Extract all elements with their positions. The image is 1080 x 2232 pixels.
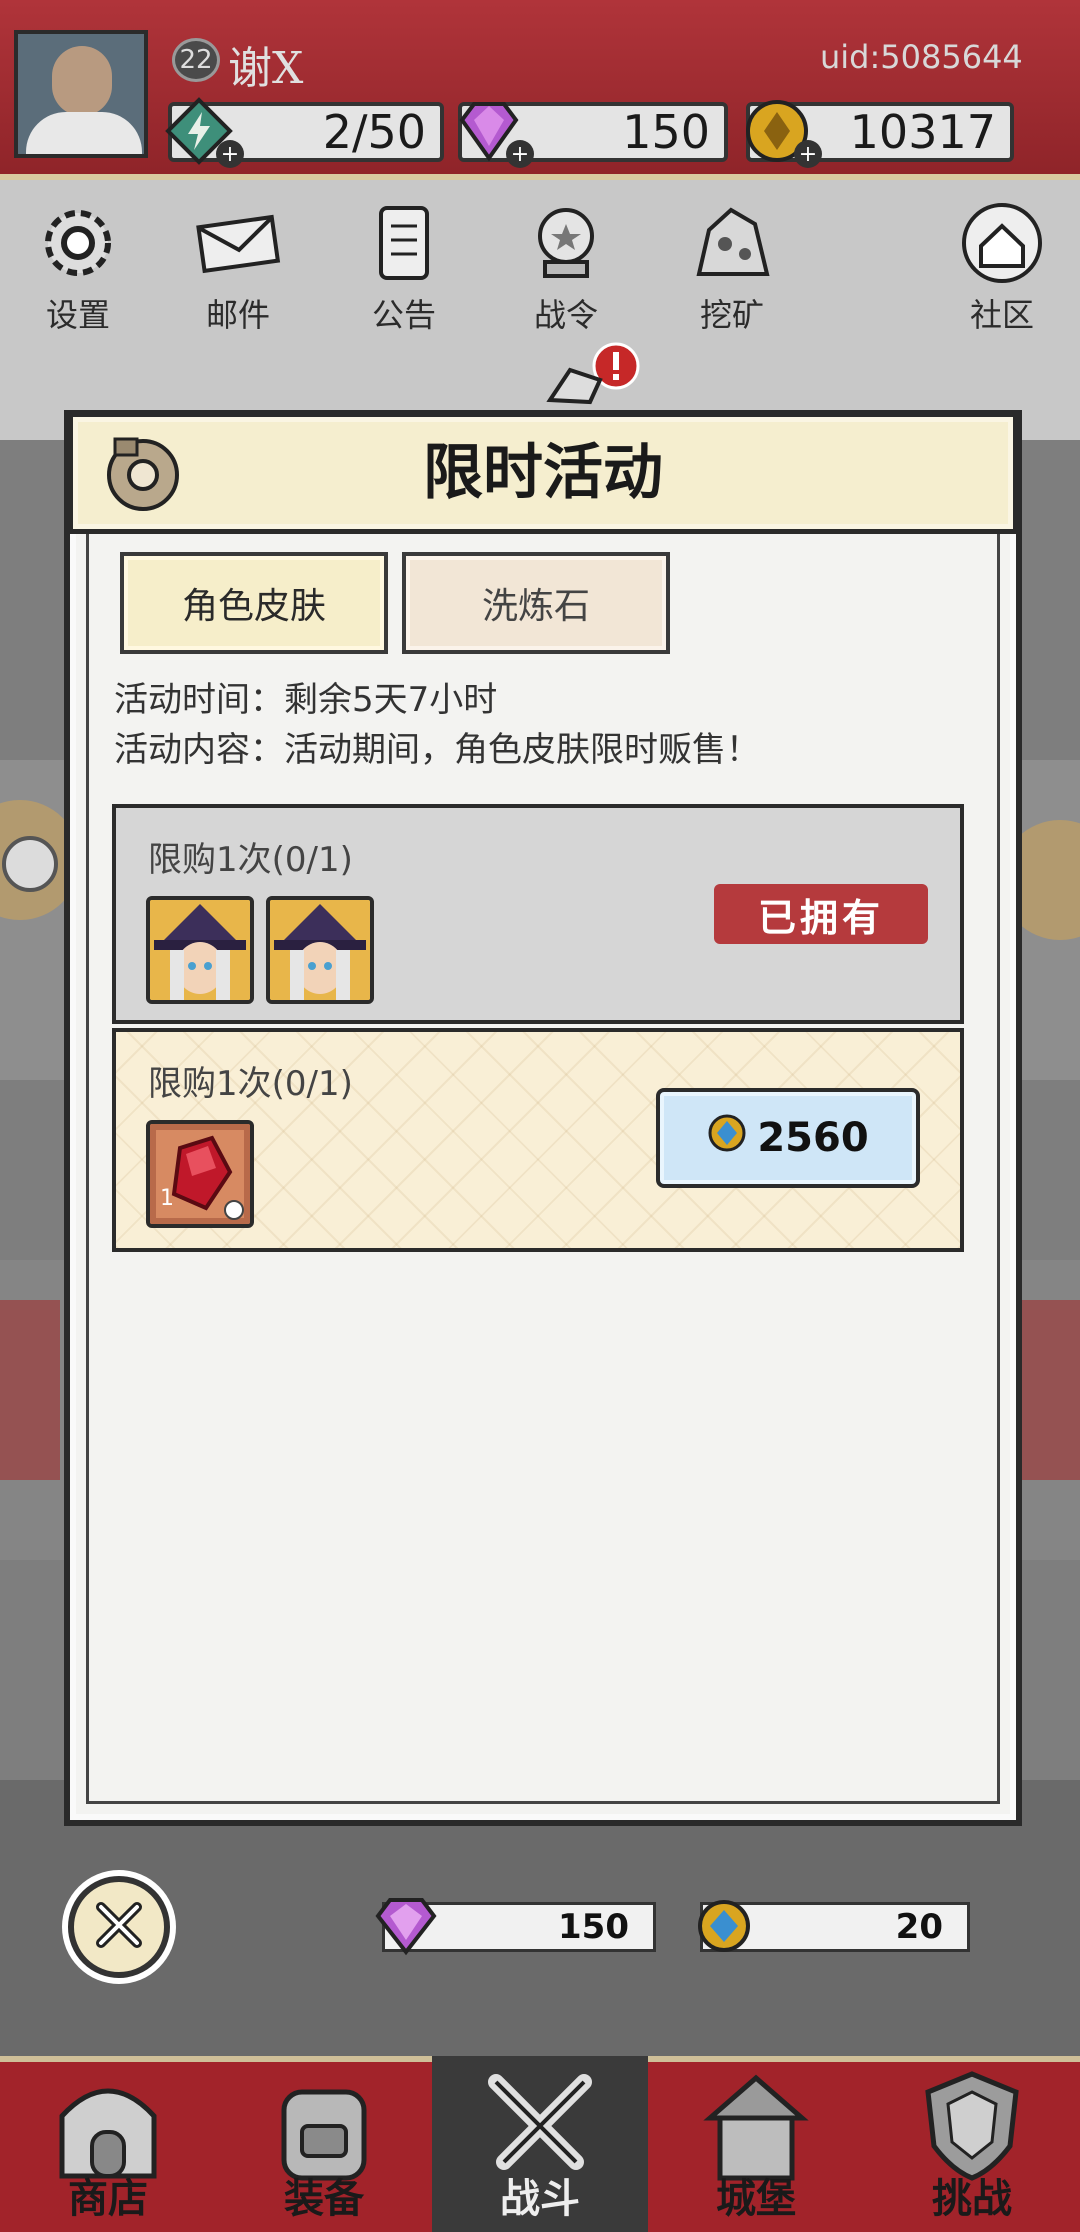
nav-equipment[interactable]: 装备	[216, 2056, 432, 2232]
gem-icon	[374, 1896, 438, 1956]
modal-title: 限时活动	[423, 438, 663, 508]
menu-settings[interactable]: 设置	[18, 200, 138, 340]
menu-battlepass-label: 战令	[533, 296, 598, 334]
menu-mail[interactable]: 邮件	[178, 200, 298, 340]
nav-shop-label: 商店	[68, 2175, 148, 2222]
nav-shop[interactable]: 商店	[0, 2056, 216, 2232]
tab-character-skin[interactable]: 角色皮肤	[120, 552, 388, 654]
offer-card-stone: 限购1次(0/1) 1 2560	[112, 1028, 964, 1252]
menu-mail-label: 邮件	[205, 296, 270, 334]
nav-challenge-label: 挑战	[932, 2175, 1012, 2222]
nav-battle[interactable]: 战斗	[432, 2056, 648, 2232]
player-name: 谢X	[228, 43, 304, 94]
red-crystal-item[interactable]: 1	[146, 1120, 254, 1228]
event-time-text: 活动时间：剩余5天7小时	[114, 680, 498, 720]
owned-badge: 已拥有	[714, 884, 928, 944]
menu-community-label: 社区	[969, 296, 1034, 334]
mail-icon	[195, 200, 281, 286]
nav-challenge[interactable]: 挑战	[864, 2056, 1080, 2232]
menu-battlepass[interactable]: 战令	[506, 200, 626, 340]
menu-community[interactable]: 社区	[942, 200, 1062, 340]
modal-title-bar: 限时活动	[68, 412, 1018, 534]
witch-skin-item[interactable]	[146, 896, 254, 1004]
purchase-limit-text: 限购1次(0/1)	[148, 840, 353, 880]
tab-refine-stone[interactable]: 洗炼石	[402, 552, 670, 654]
avatar[interactable]	[14, 30, 148, 158]
level-badge: 22	[172, 38, 220, 82]
event-content-text: 活动内容：活动期间，角色皮肤限时贩售！	[114, 730, 760, 770]
purchase-limit-text: 限购1次(0/1)	[148, 1064, 353, 1104]
price-label: 2560	[757, 1115, 869, 1161]
player-uid: uid:5085644	[820, 38, 1023, 76]
token-coin-icon	[707, 1113, 747, 1163]
menu-mining-label: 挖矿	[699, 296, 764, 334]
crystal-ball-icon	[523, 200, 609, 286]
witch-skin-item[interactable]	[266, 896, 374, 1004]
menu-notice[interactable]: 公告	[344, 200, 464, 340]
add-gold-button[interactable]: +	[794, 140, 822, 168]
scroll-icon	[361, 200, 447, 286]
token-coin-icon	[694, 1896, 758, 1956]
gear-icon	[35, 200, 121, 286]
ore-icon	[689, 200, 775, 286]
close-icon	[91, 1897, 147, 1957]
nav-equipment-label: 装备	[284, 2175, 364, 2222]
add-stamina-button[interactable]: +	[216, 140, 244, 168]
home-icon	[959, 200, 1045, 286]
buy-button[interactable]: 2560	[656, 1088, 920, 1188]
notification-badge	[540, 340, 650, 414]
menu-settings-label: 设置	[45, 296, 110, 334]
nav-battle-label: 战斗	[500, 2175, 580, 2222]
menu-mining[interactable]: 挖矿	[672, 200, 792, 340]
close-button[interactable]	[68, 1876, 170, 1978]
menu-notice-label: 公告	[371, 296, 436, 334]
item-count: 1	[160, 1186, 174, 1211]
add-gem-button[interactable]: +	[506, 140, 534, 168]
offer-card-skin: 限购1次(0/1) 已拥有	[112, 804, 964, 1024]
nav-castle[interactable]: 城堡	[648, 2056, 864, 2232]
nav-castle-label: 城堡	[716, 2175, 796, 2222]
